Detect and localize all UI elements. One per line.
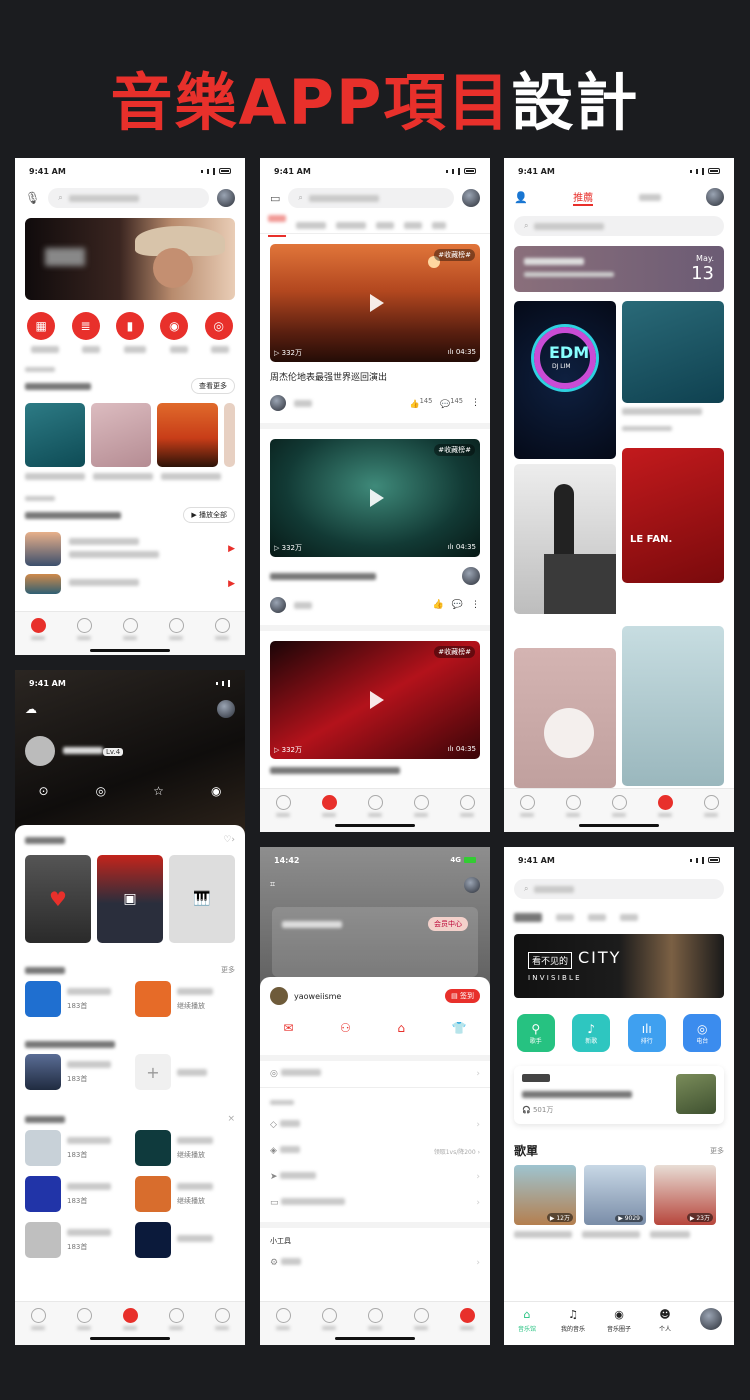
feed-card[interactable]	[622, 626, 724, 786]
playlist-cover[interactable]	[25, 403, 86, 467]
banner[interactable]: 看不见的 CITY I N V I S I B L E	[514, 934, 724, 998]
heart-icon[interactable]: ♡›	[223, 835, 235, 845]
phone-library: 9:41 AM ☁ Lv.4 ⊙ ◎ ☆ ◉ ♡› ♥ ▣ 🎹 更多 183首 继续播…	[15, 670, 245, 1345]
user-level: Lv.4	[103, 747, 124, 756]
video-title: 周杰伦地表最强世界巡回演出	[270, 373, 388, 383]
tab-recommend[interactable]: 推薦	[573, 189, 594, 206]
phone-home: 9:41 AM 🎙 ⌕ ▦ ≣ ▮ ◉ ◎ 查看更多 ▶ 播放全部 ▶ ▶	[15, 158, 245, 655]
like-button[interactable]: 👍145	[410, 397, 433, 409]
page-heading: 音樂APP項目設計	[110, 66, 640, 139]
avatar[interactable]	[270, 987, 288, 1005]
feed-card[interactable]	[622, 301, 724, 403]
liked-card[interactable]: ♥	[25, 855, 91, 943]
scan-icon[interactable]: ⌗	[270, 880, 275, 890]
shirt-icon[interactable]: 👕	[452, 1021, 467, 1035]
more-icon[interactable]: ⋮	[471, 398, 480, 408]
add-playlist-button[interactable]: +	[135, 1054, 171, 1090]
friends-icon[interactable]: ⚇	[340, 1021, 351, 1035]
avatar[interactable]	[217, 189, 235, 207]
cloud-icon[interactable]: ☁	[25, 702, 37, 716]
search-input[interactable]: ⌕	[514, 879, 724, 899]
rank-button[interactable]: ılı 排行	[627, 1014, 666, 1052]
song-row[interactable]: ▶	[15, 526, 245, 572]
download-icon[interactable]: ⊙	[39, 784, 49, 798]
feed-card[interactable]: LE FAN.	[622, 448, 724, 583]
see-more-button[interactable]: 查看更多	[191, 378, 235, 394]
tools-header: 小工具	[270, 1237, 291, 1245]
feed-card[interactable]	[514, 464, 616, 614]
home-icon[interactable]: ⌂	[397, 1021, 405, 1035]
vip-center-button[interactable]: 会员中心	[428, 917, 468, 931]
radio-card[interactable]: ▣	[97, 855, 163, 943]
tab-recommend[interactable]	[268, 214, 286, 237]
user-icon[interactable]: 👤	[514, 191, 528, 204]
phone-music-hall: 9:41 AM ⌕ 看不见的 CITY I N V I S I B L E ⚲ 歌…	[504, 847, 734, 1345]
play-all-button[interactable]: ▶ 播放全部	[183, 507, 235, 523]
song-row[interactable]: ▶	[15, 572, 245, 596]
star-icon[interactable]: ☆	[153, 784, 164, 798]
settings-row[interactable]: ⚙ ›	[260, 1250, 490, 1276]
disc-icon[interactable]: ◉	[211, 784, 221, 798]
avatar[interactable]	[25, 736, 55, 766]
now-playing-button[interactable]	[696, 1308, 726, 1345]
daily-recommend-icon[interactable]: ▦	[27, 312, 56, 340]
play-icon[interactable]	[370, 489, 384, 507]
feed-card[interactable]: EDM DJ LIM	[514, 301, 616, 459]
video-card[interactable]: #收藏榜# ▷ 332万 ılı 04:35	[270, 641, 480, 759]
username: yaoweiisme	[294, 991, 342, 1001]
tab-music-hall[interactable]: ⌂ 音乐馆	[512, 1308, 542, 1345]
rank-icon[interactable]: ▮	[115, 312, 144, 340]
mail-icon[interactable]: ✉	[283, 1021, 293, 1035]
playlist-cover[interactable]	[157, 403, 218, 467]
play-icon[interactable]: ▶	[228, 544, 235, 554]
phone-feed: 9:41 AM 👤 推薦 ⌕ May. 13 EDM DJ LIM LE FAN.	[504, 158, 734, 832]
search-input[interactable]: ⌕	[48, 188, 209, 208]
camera-icon[interactable]: ▭	[270, 192, 280, 205]
battery-icon	[219, 168, 231, 174]
comment-button[interactable]: 💬145	[440, 397, 463, 409]
new-songs-button[interactable]: ♪ 新歌	[572, 1014, 611, 1052]
more-link[interactable]: 更多	[221, 965, 235, 975]
status-time: 9:41 AM	[29, 166, 66, 176]
tab-account[interactable]	[452, 1308, 482, 1345]
playlist-cover[interactable]: ▶ 12万	[514, 1165, 576, 1225]
singer-button[interactable]: ⚲ 歌手	[516, 1014, 555, 1052]
tab-my-music[interactable]: ♫ 我的音乐	[558, 1308, 588, 1345]
playlist-icon[interactable]: ≣	[71, 312, 100, 340]
hero-banner[interactable]	[25, 218, 235, 300]
live-icon[interactable]: ◎	[204, 312, 233, 340]
video-card[interactable]: #收藏榜# ▷ 332万 ılı 04:35	[270, 439, 480, 557]
tab-account[interactable]	[207, 618, 237, 655]
phone-video: 9:41 AM ▭ ⌕ #收藏榜# ▷ 332万 ılı 04:35 周杰伦地表最强…	[260, 158, 490, 832]
coupon-text: 领取1vs/降200	[433, 1148, 476, 1156]
playlist-cover[interactable]: ▶ 23万	[654, 1165, 716, 1225]
radio-icon[interactable]: ◎	[96, 784, 106, 798]
playlist-section-title: 歌單	[514, 1144, 539, 1158]
event-card[interactable]: May. 13	[514, 246, 724, 292]
featured-card[interactable]: 🎧 501万	[514, 1066, 724, 1124]
tab-discover[interactable]	[23, 618, 53, 655]
playlist-cover[interactable]: ▶ 9029	[584, 1165, 646, 1225]
search-input[interactable]: ⌕	[514, 216, 724, 236]
video-card[interactable]: #收藏榜# ▷ 332万 ılı 04:35	[270, 244, 480, 362]
search-input[interactable]: ⌕	[288, 188, 454, 208]
tab-music-circle[interactable]: ◉ 音乐圈子	[604, 1308, 634, 1345]
microphone-icon[interactable]: 🎙	[25, 191, 40, 205]
playlist-cover[interactable]	[91, 403, 152, 467]
feed-card[interactable]	[514, 648, 616, 788]
more-link[interactable]: 更多	[710, 1146, 724, 1156]
phone-account: 14:42 4G ⌗ 会员中心 yaoweiisme ▤ 签到 ✉ ⚇ ⌂ 👕 ◎ › ◇…	[260, 847, 490, 1345]
play-icon[interactable]	[370, 691, 384, 709]
piano-card[interactable]: 🎹	[169, 855, 235, 943]
radio-button[interactable]: ◎ 电台	[683, 1014, 722, 1052]
tab-personal[interactable]: ☻ 个人	[650, 1308, 680, 1345]
radio-icon[interactable]: ◉	[160, 312, 189, 340]
play-icon[interactable]	[370, 294, 384, 312]
signin-button[interactable]: ▤ 签到	[445, 989, 480, 1003]
